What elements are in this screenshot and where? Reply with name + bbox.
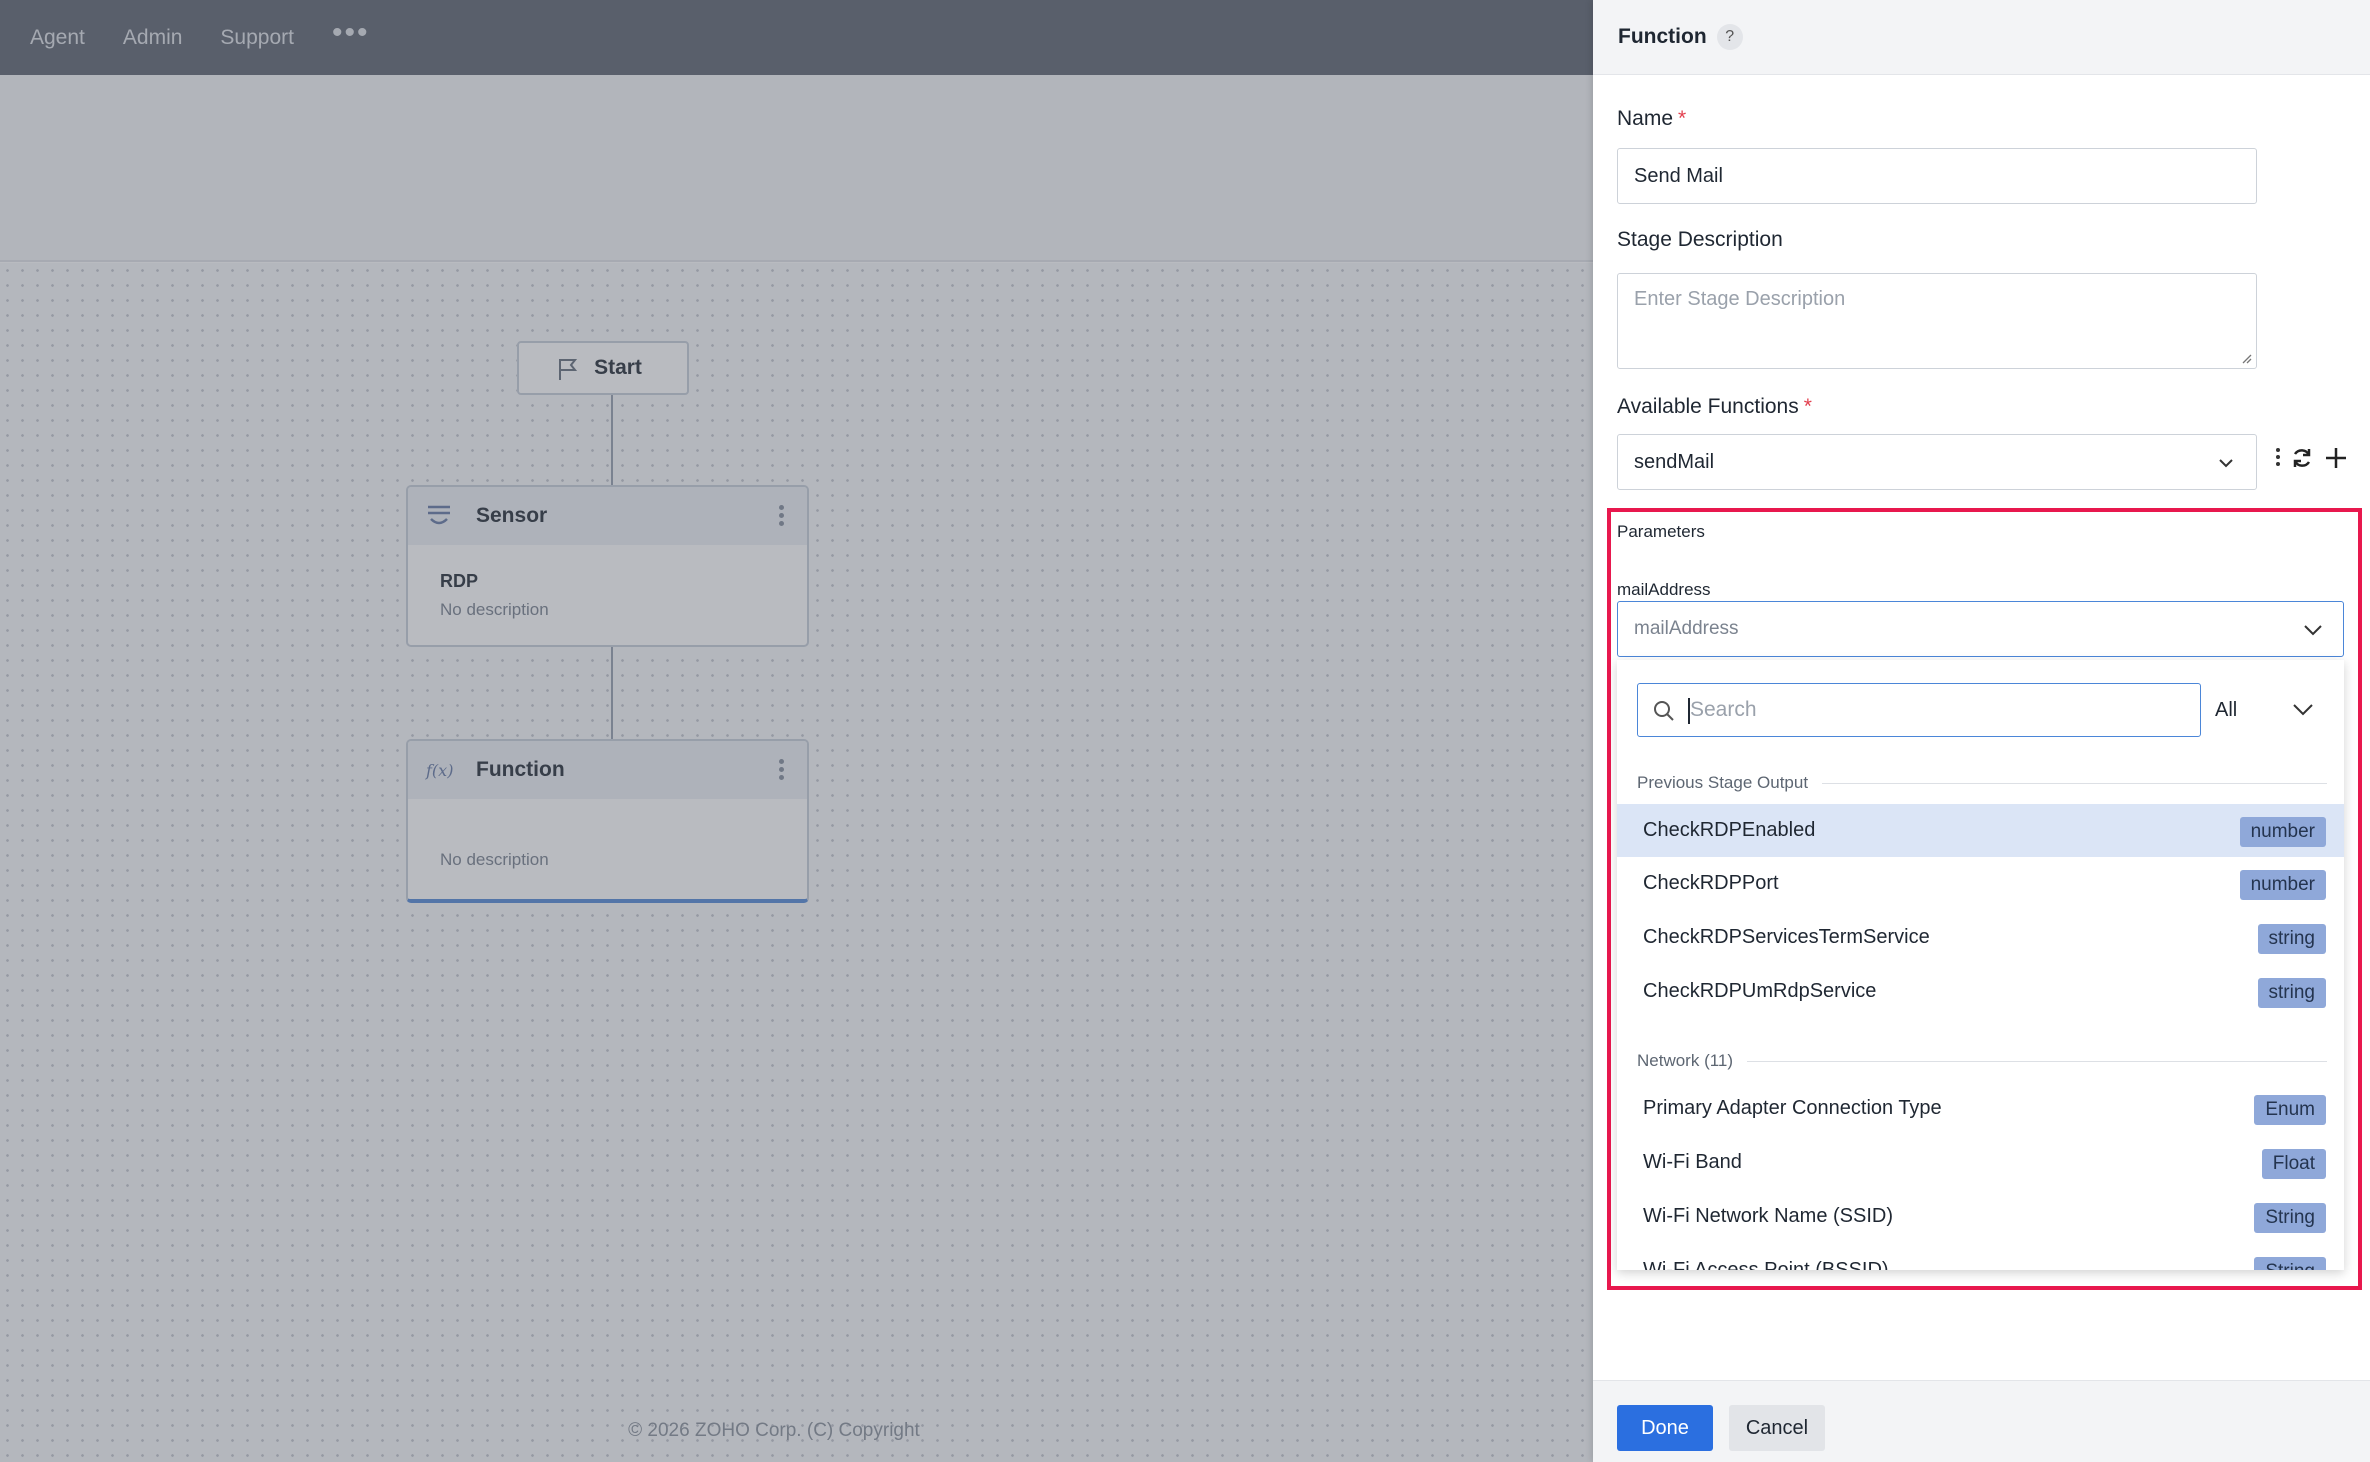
search-placeholder: Search (1690, 698, 1757, 721)
filter-value: All (2215, 698, 2238, 721)
chevron-down-icon (2304, 625, 2322, 636)
panel-footer: Done Cancel (1593, 1380, 2370, 1462)
resize-handle-icon[interactable] (2240, 352, 2252, 364)
chevron-down-icon (2293, 704, 2313, 716)
type-badge: String (2254, 1257, 2326, 1270)
selected-function: sendMail (1634, 450, 1715, 473)
refresh-icon[interactable] (2290, 446, 2314, 470)
add-icon[interactable] (2324, 446, 2348, 470)
stage-description-textarea[interactable]: Enter Stage Description (1617, 273, 2257, 369)
more-options-icon[interactable] (2276, 447, 2280, 469)
stage-description-label: Stage Description (1617, 228, 1783, 251)
type-badge: string (2257, 978, 2326, 1008)
mail-address-select[interactable]: mailAddress (1617, 601, 2344, 657)
type-badge: Float (2261, 1149, 2326, 1179)
list-item[interactable]: CheckRDPEnabled number (1617, 804, 2344, 857)
parameter-dropdown: Search All Previous Stage Output CheckRD… (1617, 660, 2344, 1270)
type-badge: Enum (2254, 1095, 2326, 1125)
list-item[interactable]: CheckRDPUmRdpService string (1617, 965, 2344, 1018)
cancel-button[interactable]: Cancel (1729, 1405, 1825, 1451)
type-badge: string (2257, 924, 2326, 954)
type-badge: number (2239, 817, 2326, 847)
panel-title: Function (1618, 25, 1707, 48)
list-item[interactable]: CheckRDPPort number (1617, 857, 2344, 910)
function-config-panel: Function ? Name * Send Mail Stage Descrip… (1593, 0, 2370, 1462)
stage-description-placeholder: Enter Stage Description (1634, 288, 1846, 310)
name-label: Name * (1617, 107, 1687, 130)
filter-select[interactable]: All (2213, 683, 2331, 737)
modal-overlay[interactable] (0, 0, 1593, 1462)
chevron-down-icon (2219, 459, 2233, 468)
mail-address-placeholder: mailAddress (1634, 618, 1739, 639)
name-input[interactable]: Send Mail (1617, 148, 2257, 204)
search-input[interactable]: Search (1637, 683, 2201, 737)
available-functions-label: Available Functions * (1617, 395, 1812, 418)
list-item[interactable]: Primary Adapter Connection Type Enum (1617, 1082, 2344, 1135)
type-badge: number (2239, 870, 2326, 900)
group-label: Previous Stage Output (1637, 773, 2327, 793)
list-item[interactable]: Wi-Fi Band Float (1617, 1136, 2344, 1189)
type-badge: String (2254, 1203, 2326, 1233)
help-icon[interactable]: ? (1716, 24, 1743, 50)
group-label: Network (11) (1637, 1051, 2327, 1071)
search-icon (1654, 701, 1674, 721)
function-actions (2276, 446, 2348, 470)
mail-address-label: mailAddress (1617, 580, 1711, 599)
available-functions-select[interactable]: sendMail (1617, 434, 2257, 490)
workflow-workspace: Agent Admin Support ••• Start Sensor RDP… (0, 0, 1593, 1462)
list-item[interactable]: CheckRDPServicesTermService string (1617, 911, 2344, 964)
list-item[interactable]: Wi-Fi Access Point (BSSID)String (1617, 1244, 2344, 1270)
list-item[interactable]: Wi-Fi Network Name (SSID) String (1617, 1190, 2344, 1243)
done-button[interactable]: Done (1617, 1405, 1713, 1451)
panel-header: Function ? (1593, 0, 2370, 75)
parameters-title: Parameters (1617, 522, 1705, 541)
